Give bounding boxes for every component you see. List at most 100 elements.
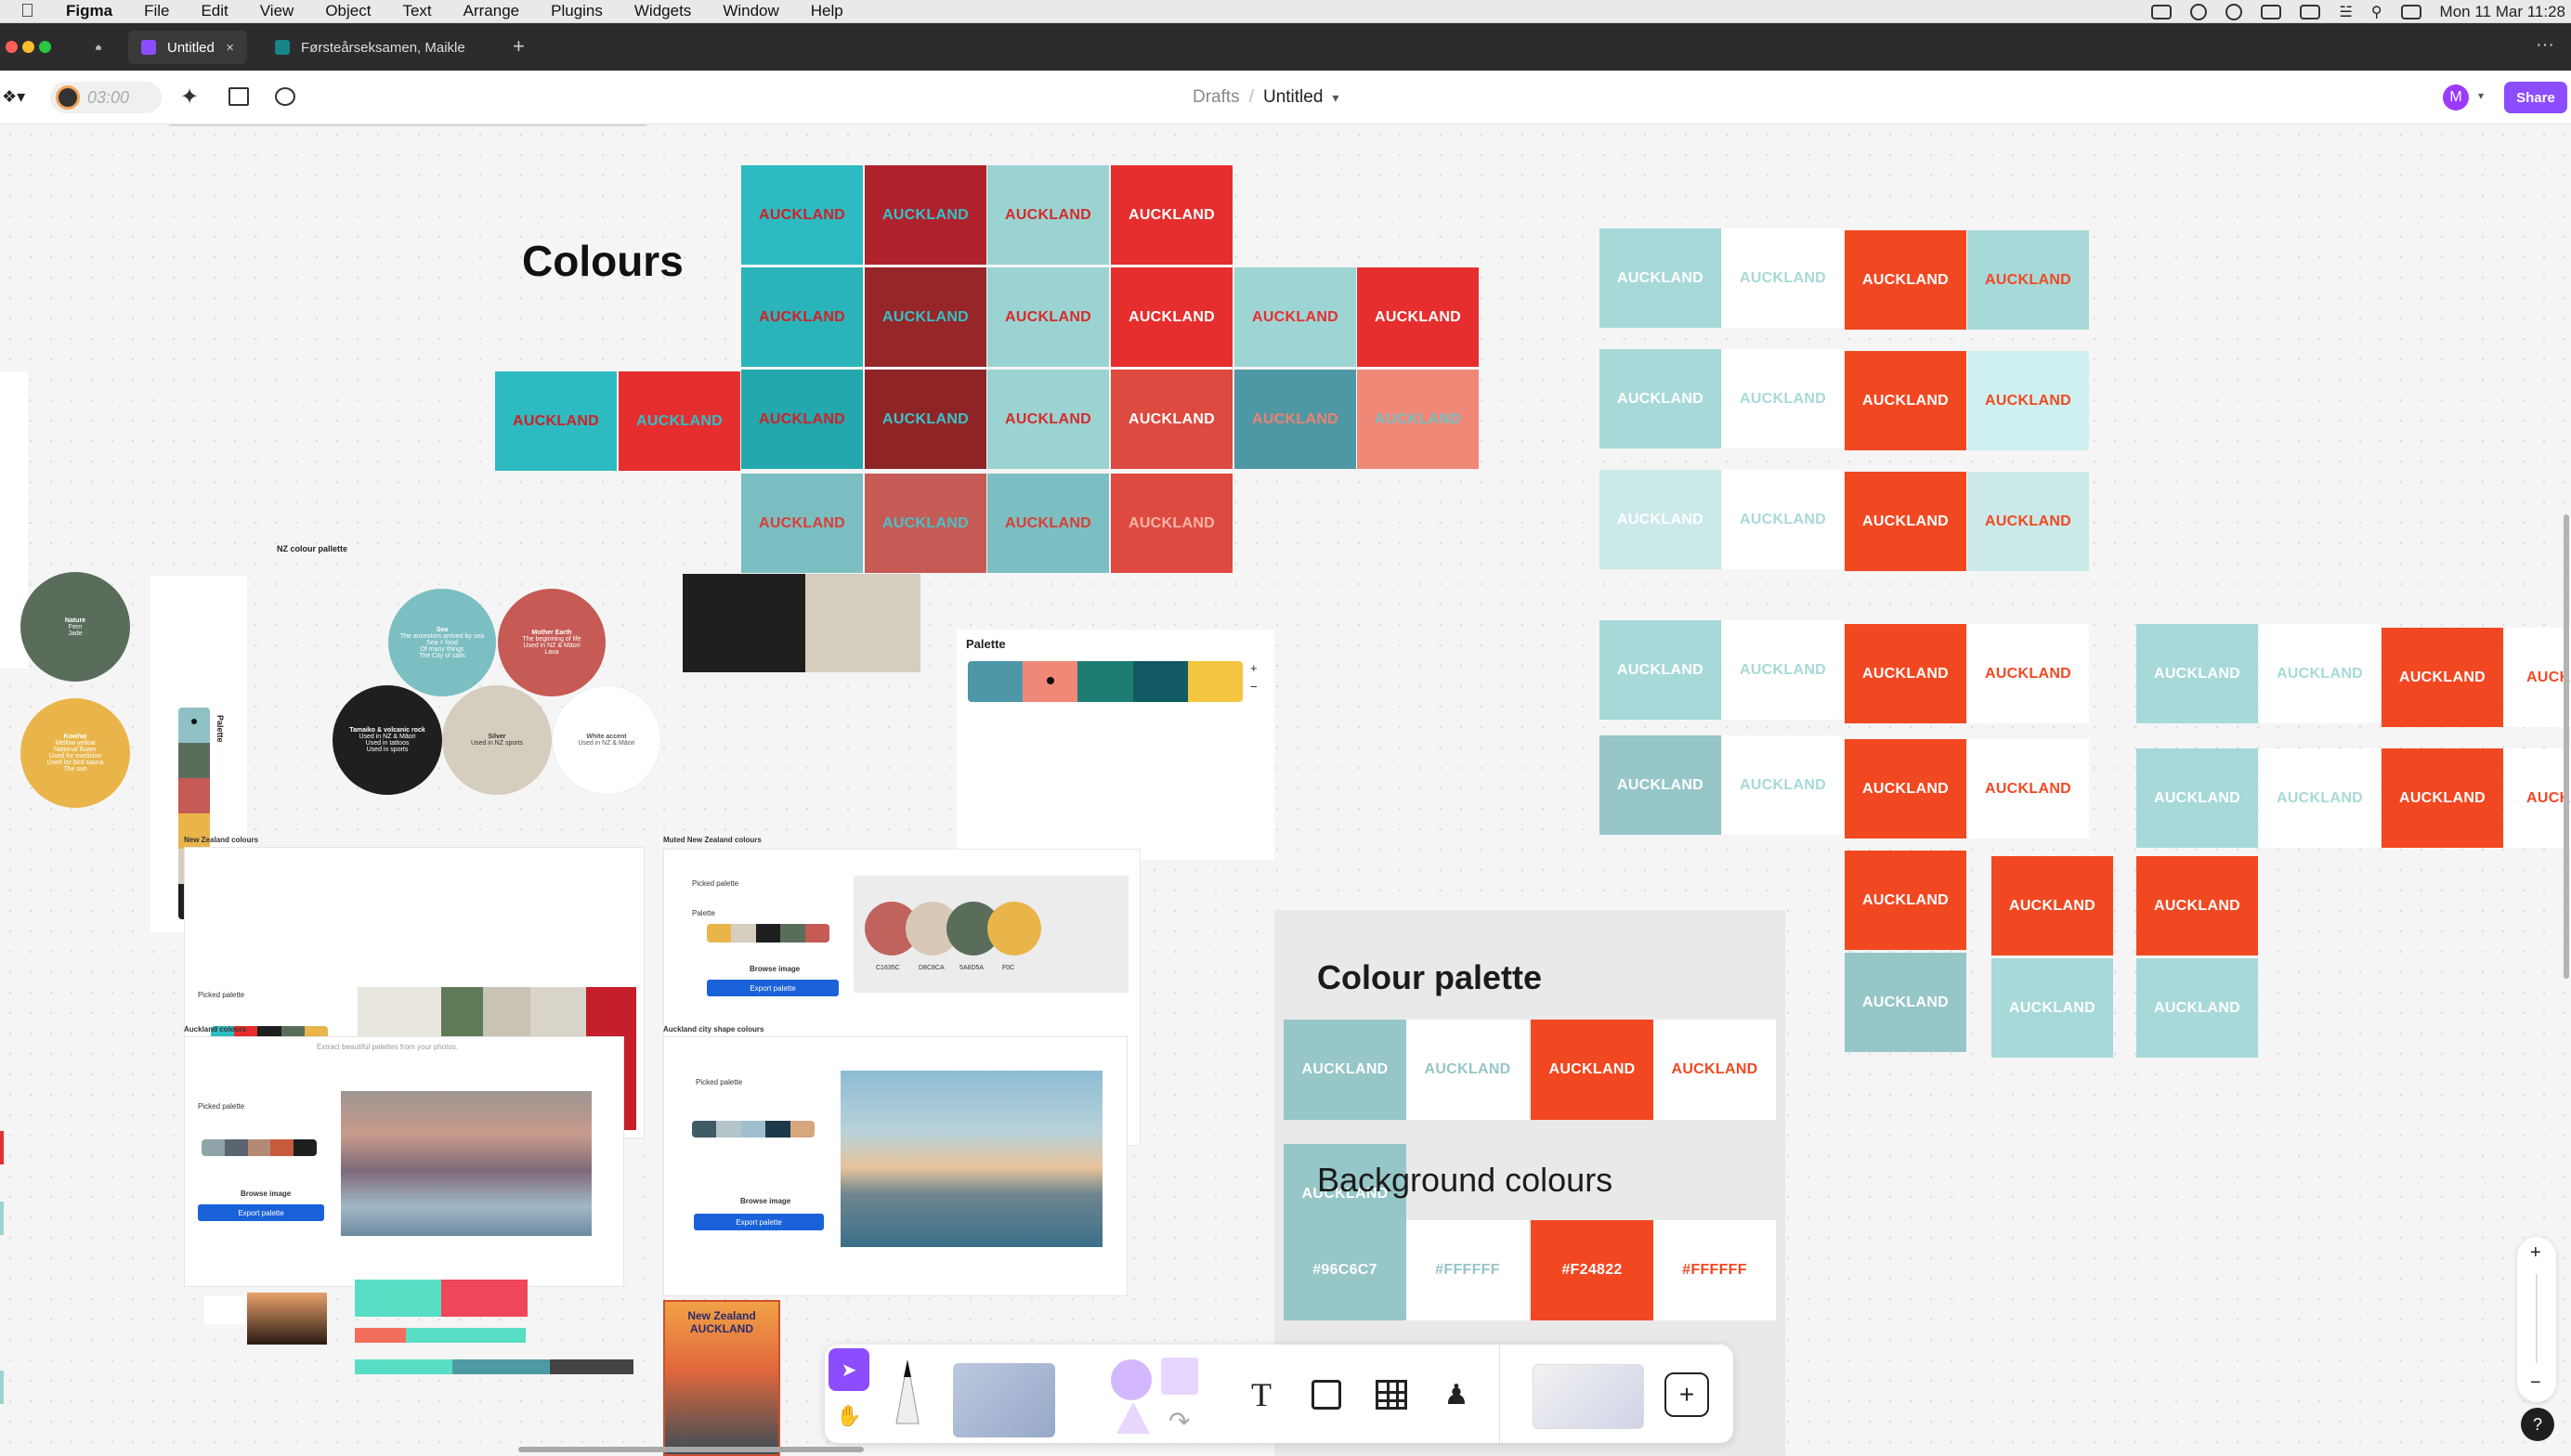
zoom-in-button[interactable]: + (2530, 1242, 2541, 1264)
palette-strip[interactable] (968, 661, 1243, 702)
pen-tool[interactable] (884, 1354, 931, 1437)
wifi-icon[interactable]: ☱ (2339, 3, 2352, 21)
swatch[interactable]: AUCKLAND (2504, 628, 2571, 727)
swatch[interactable]: AUCKLAND (741, 165, 863, 265)
swatch[interactable]: AUCKLAND (1967, 739, 2089, 838)
muted-circles-preview[interactable]: C1635C D8C8CA 5A6D5A F0C (854, 876, 1129, 993)
zoom-window-icon[interactable] (39, 41, 51, 53)
menubar-clock[interactable]: Mon 11 Mar 11:28 (2440, 3, 2565, 21)
status-icon-3[interactable] (2261, 4, 2282, 20)
sea-circle[interactable]: Sea The ancestors arrived by sea Sea = f… (388, 589, 496, 696)
swatch[interactable]: AUCKLAND (2136, 958, 2258, 1058)
browse-image-label[interactable]: Browse image (750, 965, 800, 973)
swatch[interactable]: AUCKLAND (987, 267, 1109, 367)
swatch[interactable]: AUCKLAND (2259, 624, 2381, 723)
palette-swatch-white[interactable]: AUCKLAND (1406, 1020, 1529, 1120)
swatch[interactable]: AUCKLAND (1722, 349, 1844, 448)
swatch[interactable]: AUCKLAND (1357, 267, 1479, 367)
swatch[interactable]: AUCKLAND (865, 165, 986, 265)
white-accent-circle[interactable]: White accent Used in NZ & Māori (552, 685, 661, 795)
swatch[interactable]: AUCKLAND (1357, 370, 1479, 469)
auckland-colours-frame[interactable]: Extract beautiful palettes from your pho… (184, 1036, 624, 1287)
more-tools-button[interactable]: + (1664, 1372, 1709, 1417)
swatch[interactable]: AUCKLAND (2382, 628, 2503, 727)
auckland-poster[interactable]: New Zealand AUCKLAND (663, 1300, 780, 1456)
swatch[interactable]: AUCKLAND (1722, 470, 1844, 569)
main-menu-icon[interactable]: ❖▾ (2, 87, 25, 107)
palette-add-button[interactable]: + (1250, 661, 1258, 675)
vertical-scrollbar[interactable] (2564, 514, 2569, 979)
move-tool[interactable]: ➤ (829, 1348, 869, 1391)
mint-strip-1[interactable] (355, 1328, 526, 1343)
more-options-icon[interactable]: ··· (2536, 34, 2554, 56)
swatch[interactable]: AUCKLAND (2504, 748, 2571, 848)
home-tab[interactable] (82, 31, 115, 64)
palette-swatch-orange[interactable]: AUCKLAND (1531, 1020, 1653, 1120)
help-button[interactable]: ? (2521, 1408, 2554, 1441)
zoom-slider[interactable]: + − (2517, 1237, 2556, 1402)
swatch[interactable]: AUCKLAND (1845, 739, 1966, 838)
swatch[interactable]: AUCKLAND (1722, 620, 1844, 720)
swatch[interactable]: AUCKLAND (1722, 735, 1844, 835)
close-tab-icon[interactable]: × (226, 40, 234, 56)
browse-image-label[interactable]: Browse image (740, 1197, 790, 1205)
swatch[interactable]: AUCKLAND (2259, 748, 2381, 848)
colours-title[interactable]: Colours (522, 236, 684, 286)
stamp-tool[interactable]: ♟ (1436, 1374, 1477, 1415)
comment-icon[interactable] (275, 87, 295, 106)
search-icon[interactable]: ⚲ (2371, 3, 2382, 21)
swatch[interactable]: AUCKLAND (1111, 370, 1233, 469)
menu-help[interactable]: Help (811, 2, 843, 20)
menu-object[interactable]: Object (325, 2, 371, 20)
table-tool[interactable] (1371, 1374, 1412, 1415)
swatch[interactable]: AUCKLAND (495, 371, 617, 471)
kowhai-circle[interactable]: Kowhai Mellow yellow National flower Use… (20, 698, 130, 808)
breadcrumb-drafts[interactable]: Drafts (1193, 87, 1240, 108)
menu-file[interactable]: File (144, 2, 169, 20)
menu-app-name[interactable]: Figma (66, 2, 112, 20)
export-palette-button[interactable]: Export palette (198, 1204, 324, 1221)
palette-widget[interactable]: Palette + − (957, 630, 1274, 860)
swatch[interactable]: AUCKLAND (2382, 748, 2503, 848)
swatch[interactable]: AUCKLAND (1111, 267, 1233, 367)
swatch[interactable]: AUCKLAND (741, 370, 863, 469)
swatch[interactable]: AUCKLAND (1845, 472, 1966, 571)
sunset-image[interactable] (247, 1293, 327, 1345)
swatch[interactable]: AUCKLAND (1967, 624, 2089, 723)
menu-window[interactable]: Window (723, 2, 778, 20)
menu-plugins[interactable]: Plugins (551, 2, 603, 20)
swatch[interactable]: AUCKLAND (1599, 620, 1721, 720)
shape-tool[interactable]: ↷ (1111, 1354, 1213, 1437)
city-palette-strip[interactable] (692, 1121, 815, 1138)
swatch[interactable]: AUCKLAND (1967, 351, 2089, 450)
horizontal-scrollbar[interactable] (518, 1447, 864, 1452)
menu-edit[interactable]: Edit (201, 2, 228, 20)
bg-swatch-teal[interactable]: #96C6C7 (1284, 1220, 1406, 1320)
zoom-out-button[interactable]: − (2530, 1372, 2541, 1394)
swatch[interactable]: AUCKLAND (865, 370, 986, 469)
swatch[interactable]: AUCKLAND (987, 474, 1109, 573)
beige-swatch[interactable] (805, 574, 920, 672)
swatch[interactable]: AUCKLAND (2136, 856, 2258, 956)
tab-forsteaarseksamen[interactable]: Førsteårseksamen, Maikle (262, 31, 485, 64)
bg-swatch-white[interactable]: #FFFFFF (1406, 1220, 1529, 1320)
swatch[interactable]: AUCKLAND (865, 267, 986, 367)
minimize-window-icon[interactable] (22, 41, 34, 53)
control-center-icon[interactable] (2400, 4, 2421, 20)
swatch[interactable]: AUCKLAND (1722, 228, 1844, 328)
mint-red-block[interactable] (355, 1280, 528, 1317)
timer-widget[interactable]: 03:00 (50, 82, 162, 113)
swatch[interactable]: AUCKLAND (1991, 958, 2113, 1058)
close-window-icon[interactable] (6, 41, 18, 53)
status-icon-2[interactable] (2190, 3, 2208, 20)
swatch[interactable]: AUCKLAND (1599, 735, 1721, 835)
swatch[interactable]: AUCKLAND (865, 474, 986, 573)
swatch[interactable]: AUCKLAND (1599, 470, 1721, 569)
swatch[interactable]: AUCKLAND (987, 370, 1109, 469)
widgets-tool[interactable] (1529, 1361, 1648, 1432)
nature-circle[interactable]: Nature Fern Jade (20, 572, 130, 682)
swatch[interactable]: AUCKLAND (619, 371, 740, 471)
swatch[interactable]: AUCKLAND (1599, 349, 1721, 448)
design-canvas[interactable]: Colours AUCKLAND AUCKLAND AUCKLAND AUCKL… (0, 124, 2571, 1456)
export-palette-button[interactable]: Export palette (694, 1214, 824, 1230)
